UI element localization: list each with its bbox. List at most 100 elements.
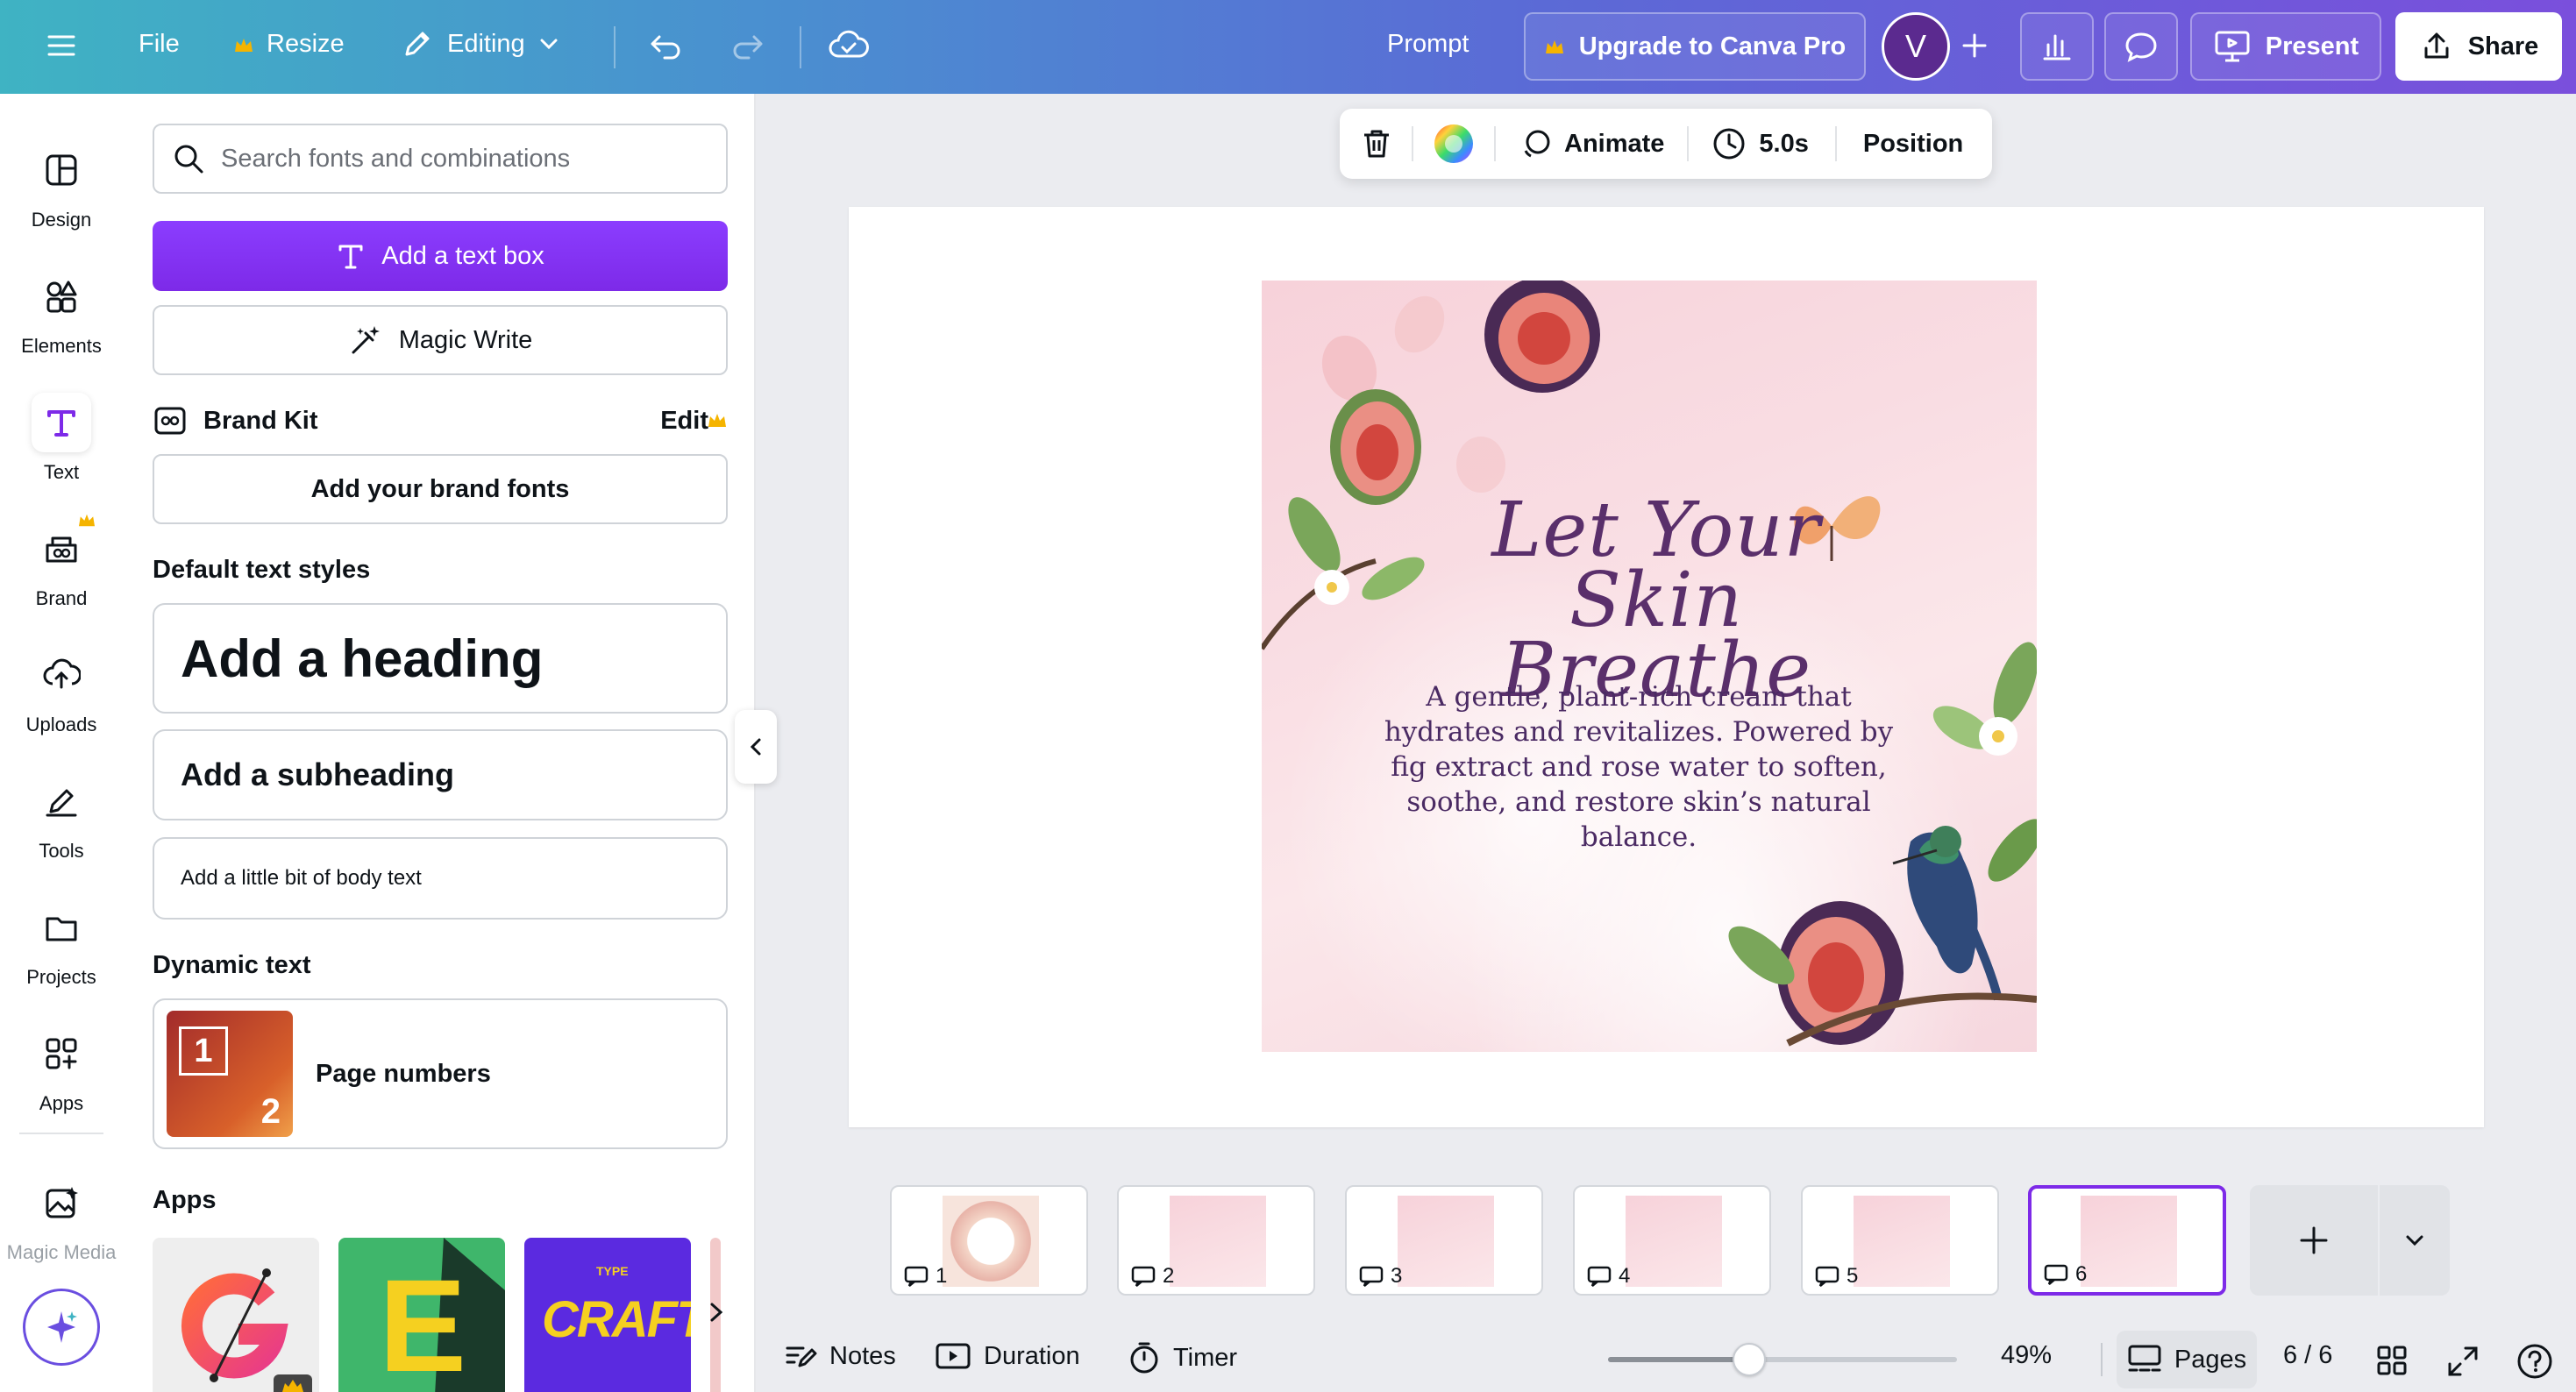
design-body-text[interactable]: A gentle, plant-rich cream that hydrates… [1367, 679, 1911, 855]
zoom-percentage[interactable]: 49% [2001, 1341, 2052, 1370]
rail-item-projects[interactable]: Projects [0, 886, 123, 1000]
tools-icon [32, 771, 91, 831]
rail-item-text[interactable]: Text [0, 381, 123, 495]
thumbnail-number: 2 [1131, 1264, 1174, 1289]
menu-icon[interactable] [46, 30, 77, 61]
undo-icon[interactable] [647, 28, 684, 65]
timer-button[interactable]: Timer [1128, 1341, 1237, 1374]
present-label: Present [2265, 32, 2359, 60]
crown-icon [707, 411, 728, 429]
timer-icon [1128, 1341, 1161, 1374]
thumbnail-image [943, 1196, 1039, 1287]
rail-item-design[interactable]: Design [0, 129, 123, 243]
comment-icon [1131, 1266, 1156, 1287]
divider [2101, 1343, 2103, 1376]
magic-write-button[interactable]: Magic Write [153, 305, 728, 375]
search-icon [172, 142, 205, 175]
avatar[interactable]: V [1882, 12, 1950, 81]
page-thumbnail[interactable]: 1 [890, 1185, 1088, 1296]
upgrade-pro-button[interactable]: Upgrade to Canva Pro [1524, 12, 1866, 81]
magic-wand-icon [348, 323, 383, 358]
cloud-saved-icon[interactable] [828, 26, 870, 65]
collapse-panel-button[interactable] [735, 710, 777, 784]
page-thumbnail-active[interactable]: 6 [2028, 1185, 2226, 1296]
app-tile-gradient[interactable] [153, 1238, 319, 1392]
help-icon[interactable] [2516, 1343, 2553, 1380]
duration-button[interactable]: Duration [935, 1341, 1080, 1371]
rail-item-tools[interactable]: Tools [0, 760, 123, 874]
search-field[interactable] [153, 124, 728, 194]
page-thumbnail[interactable]: 3 [1345, 1185, 1543, 1296]
thumbnail-image [1626, 1196, 1722, 1287]
notes-button[interactable]: Notes [784, 1341, 896, 1371]
insights-icon[interactable] [2020, 12, 2094, 81]
pages-button[interactable]: Pages [2117, 1331, 2257, 1388]
design-artwork[interactable]: Let Your Skin Breathe A gentle, plant-ri… [1262, 281, 2037, 1052]
add-collaborator-icon[interactable] [1957, 28, 1992, 63]
fullscreen-icon[interactable] [2446, 1345, 2480, 1378]
top-bar: File Resize Editing Prompt Upgrade to Ca… [0, 0, 2576, 94]
design-headline[interactable]: Let Your Skin Breathe [1446, 493, 1867, 708]
rail-label: Brand [35, 587, 88, 609]
rail-item-magic-media[interactable]: Magic Media [0, 1161, 123, 1275]
rail-label: Uploads [25, 714, 97, 735]
trash-icon[interactable] [1359, 126, 1394, 161]
prompt-button[interactable]: Prompt [1387, 30, 1469, 59]
animate-button[interactable]: Animate [1519, 126, 1664, 161]
redo-icon[interactable] [729, 28, 766, 65]
page-thumbnail[interactable]: 4 [1573, 1185, 1771, 1296]
present-button[interactable]: Present [2190, 12, 2381, 81]
page-numbers-card[interactable]: 1 2 Page numbers [153, 998, 728, 1149]
thumbnail-number: 5 [1815, 1264, 1858, 1289]
resize-label: Resize [267, 30, 345, 58]
resize-button[interactable]: Resize [233, 30, 345, 59]
page-thumbnail[interactable]: 5 [1801, 1185, 1999, 1296]
share-label: Share [2467, 32, 2539, 60]
rail-item-uploads[interactable]: Uploads [0, 634, 123, 748]
editing-mode-dropdown[interactable]: Editing [400, 26, 560, 61]
rail-label: Projects [26, 966, 96, 988]
add-brand-fonts-button[interactable]: Add your brand fonts [153, 454, 728, 524]
rail-item-elements[interactable]: Elements [0, 255, 123, 369]
file-menu[interactable]: File [139, 30, 180, 59]
share-icon [2419, 29, 2454, 64]
rail-label: Apps [39, 1092, 84, 1114]
rail-item-brand[interactable]: Brand [0, 508, 123, 621]
app-tile-craft[interactable]: TYPE CRAFT [524, 1238, 691, 1392]
app-tile-e[interactable]: E [338, 1238, 505, 1392]
zoom-slider-handle[interactable] [1733, 1343, 1767, 1376]
pages-label: Pages [2174, 1345, 2247, 1374]
thumbnail-image [1854, 1196, 1950, 1287]
search-input[interactable] [221, 144, 712, 174]
crown-icon [77, 512, 96, 528]
add-subheading-button[interactable]: Add a subheading [153, 729, 728, 820]
thumbnail-number: 6 [2044, 1262, 2087, 1287]
grid-view-icon[interactable] [2376, 1345, 2408, 1376]
app-tile-e-letter: E [379, 1252, 467, 1392]
add-page-options-button[interactable] [2380, 1185, 2450, 1296]
share-button[interactable]: Share [2395, 12, 2562, 81]
brand-kit-edit-link[interactable]: Edit [660, 407, 708, 436]
comment-icon[interactable] [2104, 12, 2178, 81]
zoom-slider-fill [1608, 1357, 1750, 1362]
magic-sparkle-button[interactable] [23, 1289, 100, 1366]
position-button[interactable]: Position [1863, 130, 1963, 159]
magic-write-label: Magic Write [398, 325, 533, 354]
brand-kit-icon [153, 403, 188, 438]
page-thumbnail[interactable]: 2 [1117, 1185, 1315, 1296]
zoom-slider[interactable] [1608, 1343, 1957, 1376]
chevron-right-icon[interactable] [705, 1299, 728, 1325]
add-heading-button[interactable]: Add a heading [153, 603, 728, 714]
chevron-down-icon [2403, 1229, 2426, 1252]
page-number-one: 1 [179, 1026, 228, 1076]
page-numbers-thumbnail: 1 2 [167, 1011, 293, 1137]
design-icon [32, 140, 91, 200]
default-text-styles-title: Default text styles [153, 556, 371, 584]
add-page-button[interactable] [2250, 1185, 2380, 1296]
add-text-box-button[interactable]: Add a text box [153, 221, 728, 291]
add-body-text-button[interactable]: Add a little bit of body text [153, 837, 728, 920]
duration-button[interactable]: 5.0s [1711, 126, 1809, 161]
rail-item-apps[interactable]: Apps [0, 1012, 123, 1126]
color-picker-icon[interactable] [1433, 123, 1475, 165]
file-label: File [139, 30, 180, 58]
